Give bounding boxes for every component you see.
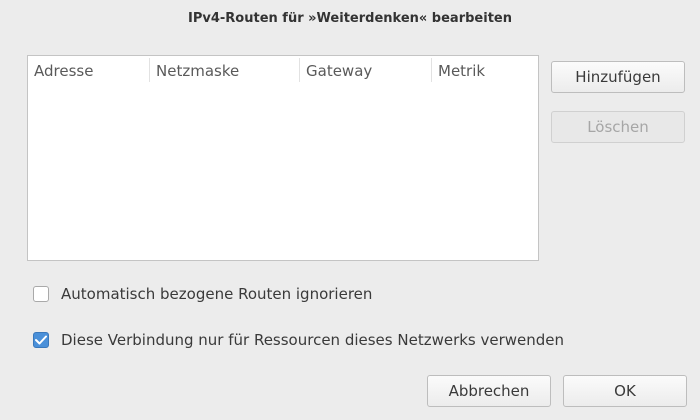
- column-separator: [299, 58, 300, 82]
- delete-route-button[interactable]: Löschen: [551, 111, 685, 143]
- add-route-button[interactable]: Hinzufügen: [551, 61, 685, 93]
- column-header-netmask[interactable]: Netzmaske: [156, 60, 239, 82]
- column-separator: [431, 58, 432, 82]
- column-header-address[interactable]: Adresse: [34, 60, 93, 82]
- dialog-title: IPv4-Routen für »Weiterdenken« bearbeite…: [188, 10, 512, 26]
- ok-button[interactable]: OK: [563, 375, 687, 407]
- column-header-gateway[interactable]: Gateway: [306, 60, 372, 82]
- ignore-auto-routes-option[interactable]: Automatisch bezogene Routen ignorieren: [33, 284, 372, 304]
- column-separator: [149, 58, 150, 82]
- ignore-auto-routes-label: Automatisch bezogene Routen ignorieren: [61, 285, 373, 303]
- ignore-auto-routes-checkbox[interactable]: [33, 286, 49, 302]
- checkmark-icon: [35, 335, 47, 345]
- routes-table[interactable]: Adresse Netzmaske Gateway Metrik: [27, 55, 539, 261]
- edit-ipv4-routes-dialog: IPv4-Routen für »Weiterdenken« bearbeite…: [0, 0, 700, 420]
- table-header: Adresse Netzmaske Gateway Metrik: [28, 56, 538, 86]
- column-header-metric[interactable]: Metrik: [438, 60, 485, 82]
- cancel-button[interactable]: Abbrechen: [427, 375, 551, 407]
- only-network-resources-option[interactable]: Diese Verbindung nur für Ressourcen dies…: [33, 330, 564, 350]
- only-network-resources-label: Diese Verbindung nur für Ressourcen dies…: [61, 331, 565, 349]
- only-network-resources-checkbox[interactable]: [33, 332, 49, 348]
